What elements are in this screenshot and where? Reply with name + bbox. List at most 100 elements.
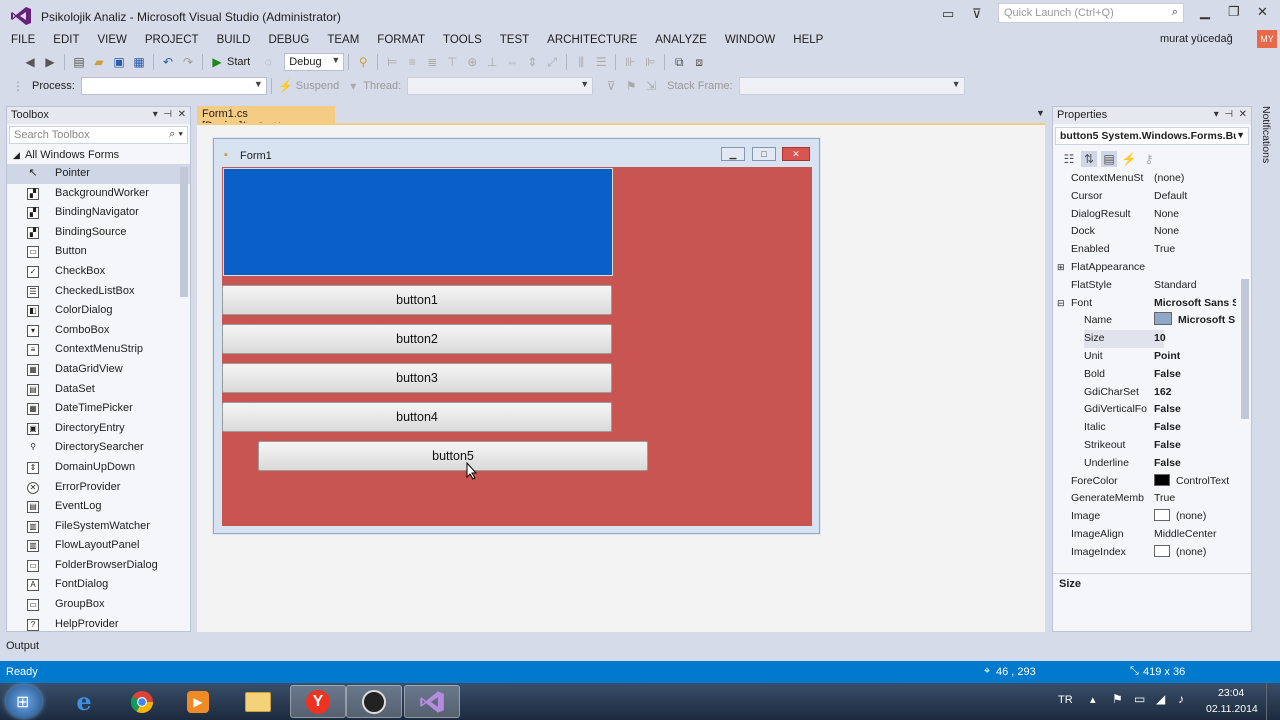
property-row[interactable]: ContextMenuSt (none) — [1053, 170, 1251, 188]
language-indicator[interactable]: TR — [1058, 694, 1073, 706]
taskbar-media-player[interactable]: ▶ — [170, 685, 226, 718]
property-value[interactable]: False — [1152, 401, 1236, 419]
property-row[interactable]: GdiCharSet 162 — [1053, 384, 1251, 402]
menu-build[interactable]: BUILD — [217, 34, 251, 46]
start-button[interactable]: ⊞ — [6, 685, 42, 718]
button4[interactable]: button4 — [222, 402, 612, 432]
send-to-back-icon[interactable]: ⧈ — [691, 54, 707, 70]
menu-window[interactable]: WINDOW — [725, 34, 775, 46]
property-value[interactable]: False — [1152, 366, 1236, 384]
start-icon[interactable]: ▶ — [209, 54, 225, 70]
property-value[interactable]: Standard — [1152, 277, 1236, 295]
property-row[interactable]: Cursor Default — [1053, 188, 1251, 206]
collapse-icon[interactable]: ⊟ — [1057, 295, 1065, 313]
taskbar-file-explorer[interactable] — [230, 685, 286, 718]
property-value[interactable]: False — [1152, 437, 1236, 455]
output-tab[interactable]: Output — [0, 636, 1280, 658]
process-select[interactable]: ▼ — [80, 77, 267, 95]
property-value[interactable]: (none) — [1152, 170, 1236, 188]
property-value[interactable]: True — [1152, 241, 1236, 259]
property-row[interactable]: FlatStyle Standard — [1053, 277, 1251, 295]
menu-architecture[interactable]: ARCHITECTURE — [547, 34, 637, 46]
tray-overflow-icon[interactable]: ▴ — [1090, 693, 1096, 706]
property-row[interactable]: GdiVerticalFo False — [1053, 401, 1251, 419]
property-value[interactable]: False — [1152, 419, 1236, 437]
avatar[interactable]: MY — [1257, 30, 1277, 48]
categorized-icon[interactable]: ☷ — [1061, 151, 1077, 167]
property-row[interactable]: ImageIndex (none) — [1053, 544, 1251, 562]
quick-launch-input[interactable]: Quick Launch (Ctrl+Q) ⌕ — [998, 3, 1184, 23]
taskbar-yandex-browser[interactable]: Y — [290, 685, 346, 718]
clock-time[interactable]: 23:04 — [1218, 687, 1244, 699]
property-row[interactable]: ForeColor ControlText — [1053, 473, 1251, 491]
network-icon[interactable]: ◢ — [1156, 692, 1165, 706]
configuration-select[interactable]: Debug ▼ — [284, 53, 345, 71]
property-pages-icon[interactable]: ⚷ — [1141, 151, 1157, 167]
align-centers-icon[interactable]: ≡ — [404, 54, 420, 70]
property-row-selected[interactable]: Size 10 — [1053, 330, 1251, 348]
pane-controls[interactable]: ▾ ⊣ ✕ — [153, 109, 186, 120]
menu-project[interactable]: PROJECT — [145, 34, 199, 46]
property-value[interactable]: Microsoft S — [1152, 312, 1236, 330]
show-desktop-button[interactable] — [1266, 683, 1280, 720]
feedback-icon[interactable]: ▭ — [942, 6, 954, 22]
user-name[interactable]: murat yücedağ — [1160, 33, 1233, 45]
menu-test[interactable]: TEST — [500, 34, 529, 46]
tab-form1-design[interactable]: Form1.cs [Design]*⊕✕ — [197, 106, 335, 132]
bring-to-front-icon[interactable]: ⧉ — [671, 54, 687, 70]
same-height-icon[interactable]: ⇕ — [524, 54, 540, 70]
properties-icon[interactable]: ▤ — [1101, 151, 1117, 167]
property-value[interactable]: None — [1152, 206, 1236, 224]
center-vertically-icon[interactable]: ⊫ — [642, 54, 658, 70]
volume-icon[interactable]: ♪ — [1178, 692, 1184, 706]
find-icon[interactable]: ⚲ — [355, 54, 371, 70]
toolbox-scrollbar[interactable] — [180, 167, 188, 297]
menu-debug[interactable]: DEBUG — [268, 34, 309, 46]
property-row[interactable]: Strikeout False — [1053, 437, 1251, 455]
properties-scrollbar[interactable] — [1241, 279, 1249, 419]
display-icon[interactable]: ▭ — [1134, 692, 1145, 706]
property-row[interactable]: Underline False — [1053, 455, 1251, 473]
property-row[interactable]: ⊞ FlatAppearance — [1053, 259, 1251, 277]
flag-threads-icon[interactable]: ⊽ — [603, 78, 619, 94]
alphabetical-icon[interactable]: ⇅ — [1081, 151, 1097, 167]
property-row[interactable]: Unit Point — [1053, 348, 1251, 366]
toolbox-item-combobox[interactable]: ▾ ComboBox — [7, 321, 190, 341]
form-maximize-button[interactable]: □ — [752, 147, 776, 161]
blue-panel[interactable] — [223, 168, 613, 276]
show-threads-icon[interactable]: ⇲ — [643, 78, 659, 94]
attach-icon[interactable]: ◌ — [260, 54, 276, 70]
start-button[interactable]: Start — [227, 56, 250, 68]
thread-select[interactable]: ▼ — [407, 77, 594, 95]
menu-edit[interactable]: EDIT — [53, 34, 79, 46]
menu-team[interactable]: TEAM — [327, 34, 359, 46]
toolbox-item-bindingsource[interactable]: ▞ BindingSource — [7, 223, 190, 243]
property-row[interactable]: DialogResult None — [1053, 206, 1251, 224]
suspend-label[interactable]: Suspend — [296, 80, 339, 92]
property-row[interactable]: Name Microsoft S — [1053, 312, 1251, 330]
horizontal-spacing-icon[interactable]: ⫼ — [573, 54, 589, 70]
minimize-button[interactable]: ▁ — [1200, 4, 1210, 20]
back-icon[interactable]: ◀ — [22, 54, 38, 70]
new-project-icon[interactable]: ▤ — [71, 54, 87, 70]
toolbox-item-contextmenustrip[interactable]: ≡ ContextMenuStrip — [7, 340, 190, 360]
toolbox-item-datagridview[interactable]: ▦ DataGridView — [7, 360, 190, 380]
toolbox-search-input[interactable]: Search Toolbox ⌕ ▾ — [9, 126, 188, 144]
property-value[interactable]: False — [1152, 455, 1236, 473]
open-file-icon[interactable]: ▰ — [91, 54, 107, 70]
save-icon[interactable]: ▣ — [111, 54, 127, 70]
property-row[interactable]: Bold False — [1053, 366, 1251, 384]
taskbar-obs[interactable] — [346, 685, 402, 718]
button1[interactable]: button1 — [222, 285, 612, 315]
toolbox-item-pointer[interactable]: ↖ Pointer — [7, 164, 190, 184]
property-value[interactable]: Point — [1152, 348, 1236, 366]
property-value[interactable]: (none) — [1152, 544, 1236, 562]
toolbox-item-fontdialog[interactable]: A FontDialog — [7, 575, 190, 595]
toolbox-item-button[interactable]: ▭ Button — [7, 242, 190, 262]
toolbox-item-eventlog[interactable]: ▤ EventLog — [7, 497, 190, 517]
pane-controls[interactable]: ▾ ⊣ ✕ — [1214, 109, 1247, 120]
property-value[interactable]: MiddleCenter — [1152, 526, 1236, 544]
menu-tools[interactable]: TOOLS — [443, 34, 482, 46]
toolbox-item-helpprovider[interactable]: ? HelpProvider — [7, 615, 190, 634]
toolbox-item-checkbox[interactable]: ✓ CheckBox — [7, 262, 190, 282]
